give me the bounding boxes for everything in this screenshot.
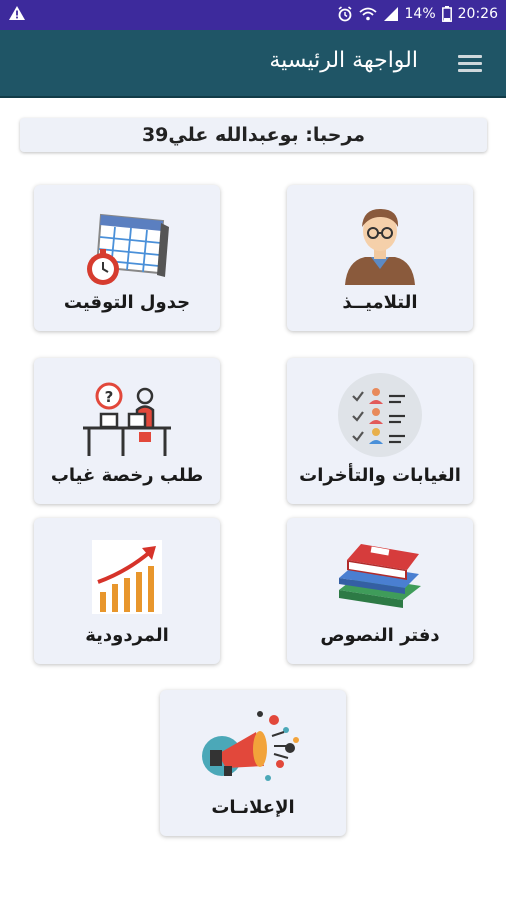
page-title: الواجهة الرئيسية (269, 48, 418, 73)
timetable-icon (87, 213, 169, 285)
status-bar: 14% 20:26 (0, 0, 506, 30)
announcements-label: الإعلانـات (211, 797, 295, 818)
welcome-banner: مرحبا: بوعبدالله علي39 (20, 118, 487, 152)
alarm-icon (338, 6, 352, 22)
hamburger-menu-icon[interactable] (458, 52, 484, 74)
absence-request-icon: ? (83, 382, 171, 456)
attendance-card[interactable]: الغيابات والتأخرات (287, 358, 473, 504)
absence-request-card[interactable]: ? طلب رخصة غياب (34, 358, 220, 504)
wifi-icon (358, 7, 377, 21)
timetable-card[interactable]: جدول التوقيت (34, 185, 220, 331)
app-bar: الواجهة الرئيسية (0, 30, 506, 98)
students-label: التلاميــذ (342, 292, 418, 313)
books-icon (339, 544, 421, 608)
textbook-label: دفتر النصوص (320, 625, 440, 646)
attendance-checklist-icon (338, 373, 422, 457)
student-icon (345, 209, 415, 285)
absence-request-label: طلب رخصة غياب (50, 465, 204, 486)
performance-card[interactable]: المردودية (34, 518, 220, 664)
textbook-card[interactable]: دفتر النصوص (287, 518, 473, 664)
announcements-card[interactable]: الإعلانـات (160, 690, 346, 836)
battery-percentage: 14% (404, 6, 436, 22)
timetable-label: جدول التوقيت (63, 292, 191, 313)
warning-icon (9, 6, 25, 20)
growth-chart-icon (92, 540, 162, 614)
svg-text:?: ? (105, 388, 114, 406)
megaphone-icon (202, 711, 299, 781)
performance-label: المردودية (85, 625, 169, 646)
clock: 20:26 (457, 6, 498, 22)
students-card[interactable]: التلاميــذ (287, 185, 473, 331)
battery-icon (441, 6, 452, 22)
attendance-label: الغيابات والتأخرات (299, 465, 461, 486)
signal-icon (383, 7, 398, 21)
